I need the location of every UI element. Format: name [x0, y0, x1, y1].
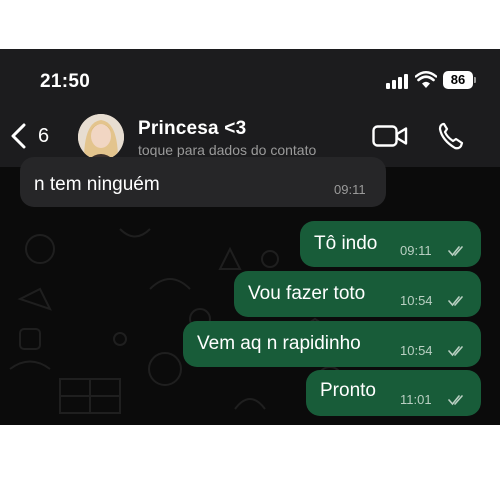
signal-icon: [386, 73, 410, 89]
phone-icon[interactable]: [438, 122, 464, 150]
chat-screen: 21:50 86 6 Princesa <3 toque para dados …: [0, 49, 500, 425]
message-time: 09:11: [334, 182, 366, 197]
read-receipt-icon: [448, 346, 463, 357]
message-time: 09:11: [400, 243, 432, 258]
wifi-icon: [415, 71, 437, 88]
contact-name[interactable]: Princesa <3: [138, 118, 246, 140]
message-bubble-outgoing[interactable]: Vem aq n rapidinho 10:54: [183, 321, 481, 367]
message-bubble-outgoing[interactable]: Tô indo 09:11: [300, 221, 481, 267]
message-time: 10:54: [400, 343, 433, 358]
message-time: 11:01: [400, 392, 432, 407]
message-bubble-outgoing[interactable]: Pronto 11:01: [306, 370, 481, 416]
message-bubble-incoming[interactable]: n tem ninguém 09:11: [20, 157, 386, 207]
message-text: n tem ninguém: [34, 174, 160, 195]
video-call-icon[interactable]: [372, 125, 408, 147]
battery-icon: 86: [443, 71, 473, 89]
read-receipt-icon: [448, 395, 463, 406]
message-time: 10:54: [400, 293, 433, 308]
message-text: Vem aq n rapidinho: [197, 333, 361, 354]
status-time: 21:50: [40, 71, 91, 92]
read-receipt-icon: [448, 296, 463, 307]
read-receipt-icon: [448, 246, 463, 257]
chat-header: 21:50 86 6 Princesa <3 toque para dados …: [0, 49, 500, 167]
message-bubble-outgoing[interactable]: Vou fazer toto 10:54: [234, 271, 481, 317]
back-chevron-icon[interactable]: [10, 123, 28, 149]
avatar-image: [78, 114, 124, 160]
avatar[interactable]: [78, 114, 124, 160]
unread-count[interactable]: 6: [38, 125, 49, 148]
contact-subtitle[interactable]: toque para dados do contato: [138, 142, 316, 158]
message-text: Tô indo: [314, 233, 378, 254]
message-text: Vou fazer toto: [248, 283, 366, 304]
message-text: Pronto: [320, 380, 376, 401]
battery-tip: [474, 77, 476, 83]
